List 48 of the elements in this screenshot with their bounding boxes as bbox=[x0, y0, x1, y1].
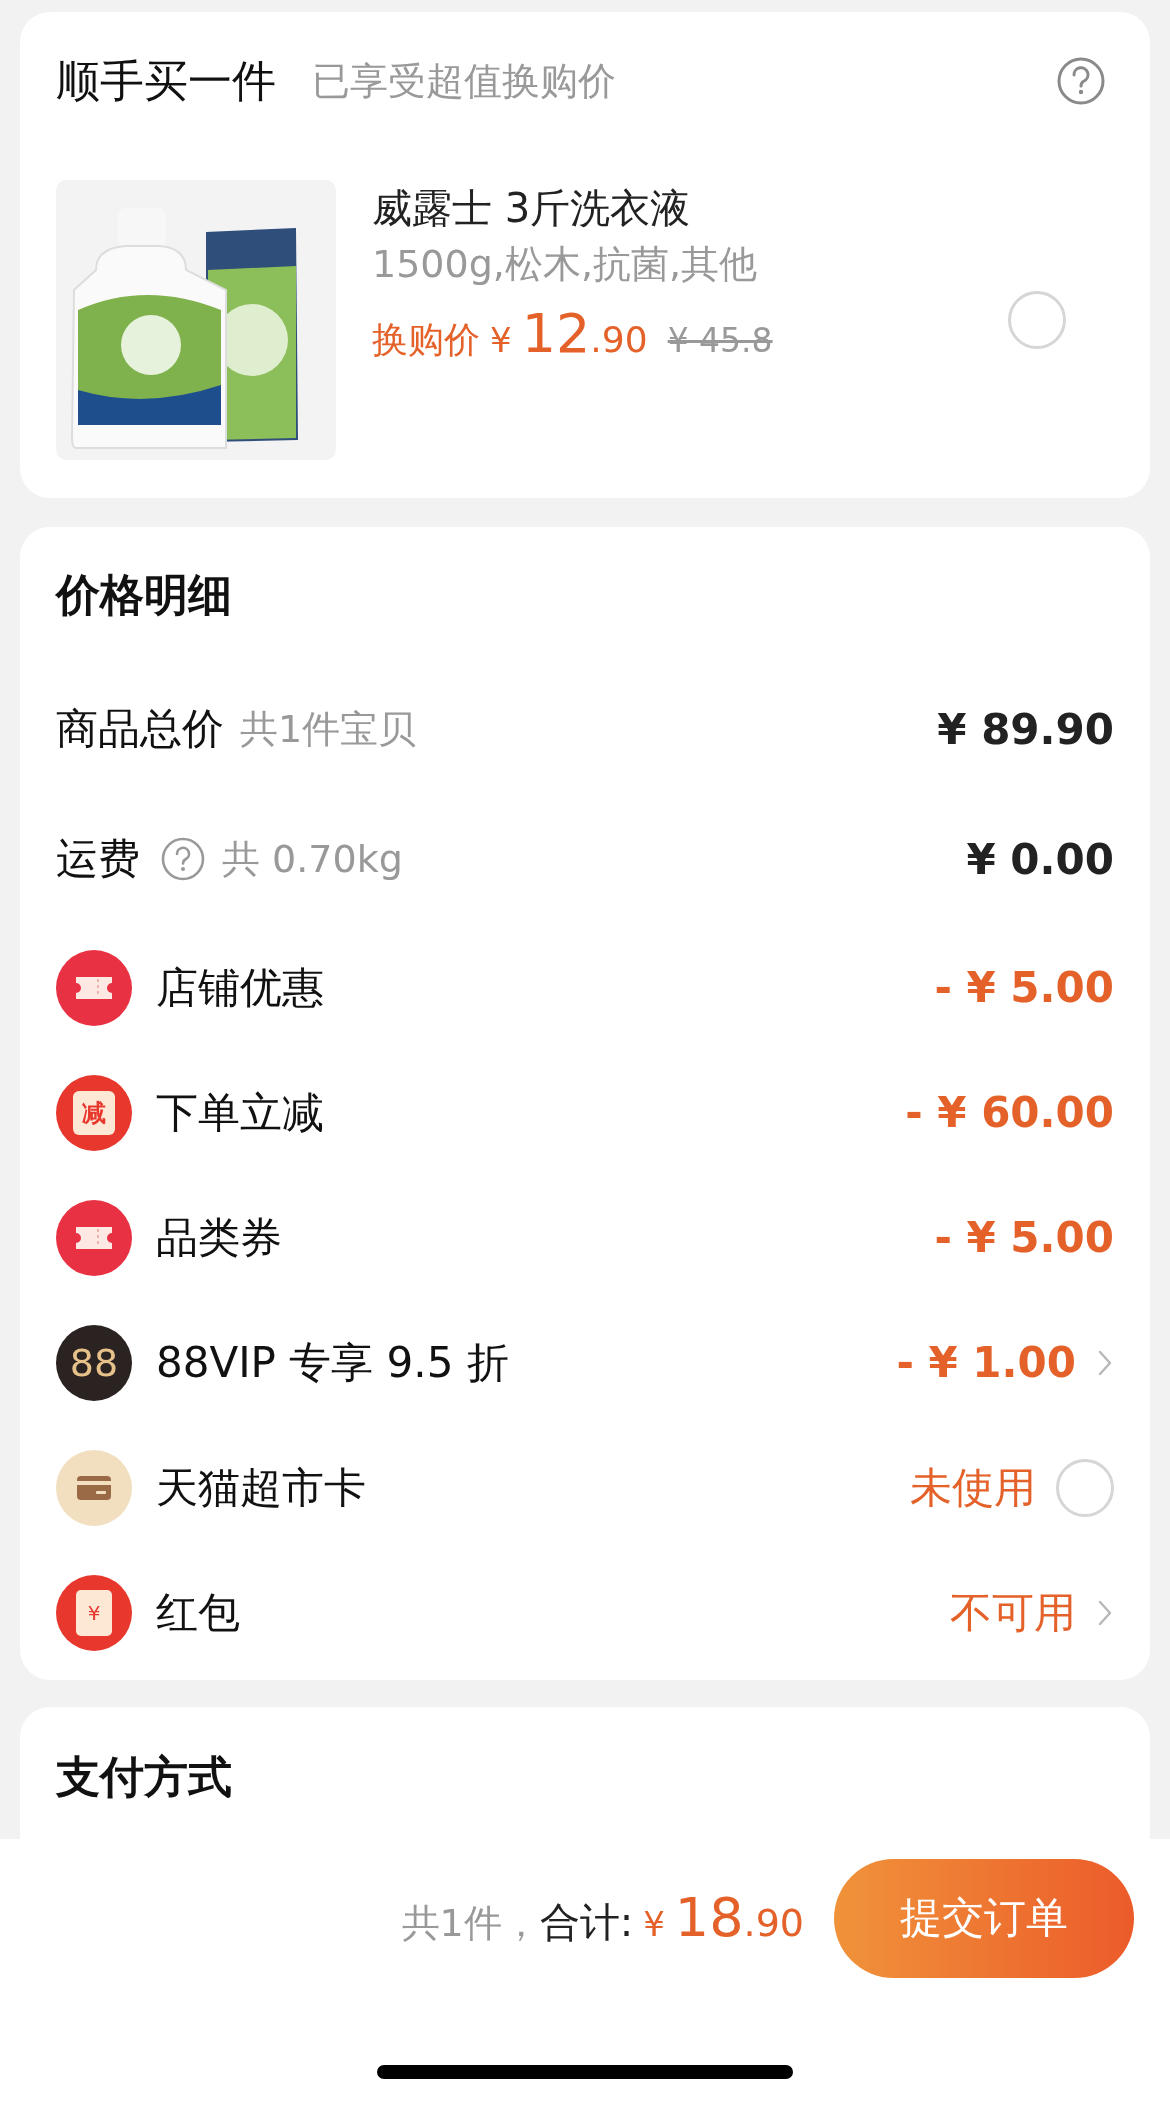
discount-badge-icon: 减 bbox=[56, 1074, 132, 1151]
ticket-icon bbox=[56, 1199, 132, 1276]
price-label: 换购价 bbox=[372, 318, 480, 362]
row-note: 共 0.70kg bbox=[222, 835, 403, 883]
row-label: 品类券 bbox=[156, 1211, 282, 1264]
total-decimal: .90 bbox=[743, 1901, 804, 1945]
chevron-right-icon[interactable] bbox=[1098, 1349, 1112, 1376]
row-value: - ¥ 60.00 bbox=[905, 1088, 1114, 1137]
vip-badge-icon: 88 bbox=[56, 1324, 132, 1401]
home-indicator[interactable] bbox=[377, 2065, 793, 2079]
chevron-right-icon[interactable] bbox=[1098, 1599, 1112, 1626]
row-value: ¥ 0.00 bbox=[966, 834, 1114, 884]
row-value: 未使用 bbox=[910, 1461, 1036, 1514]
row-value: 不可用 bbox=[950, 1586, 1076, 1639]
item-count: 共1件， bbox=[401, 1900, 540, 1947]
section-title: 价格明细 bbox=[56, 568, 233, 622]
help-icon[interactable] bbox=[160, 836, 206, 882]
ticket-icon bbox=[56, 949, 132, 1026]
row-label: 店铺优惠 bbox=[156, 961, 324, 1014]
row-label: 红包 bbox=[156, 1586, 240, 1639]
row-label: 运费 bbox=[56, 833, 140, 885]
row-value: ¥ 89.90 bbox=[937, 704, 1114, 754]
product-spec: 1500g,松木,抗菌,其他 bbox=[372, 241, 759, 288]
currency-symbol: ¥ bbox=[490, 320, 512, 360]
product-name: 威露士 3斤洗衣液 bbox=[372, 184, 692, 233]
section-title: 支付方式 bbox=[56, 1750, 233, 1804]
row-label: 商品总价 bbox=[56, 703, 224, 755]
help-icon[interactable] bbox=[1056, 56, 1106, 106]
original-price: ¥ 45.8 bbox=[667, 321, 773, 360]
currency-symbol: ¥ bbox=[643, 1904, 665, 1944]
row-note: 共1件宝贝 bbox=[240, 705, 417, 753]
total-label: 合计: bbox=[539, 1898, 634, 1947]
total-integer: 18 bbox=[674, 1886, 744, 1949]
row-label: 天猫超市卡 bbox=[156, 1461, 366, 1514]
price-decimal: .90 bbox=[590, 319, 648, 360]
card-icon bbox=[56, 1449, 132, 1526]
radio-button[interactable] bbox=[1008, 291, 1066, 349]
submit-order-button[interactable]: 提交订单 bbox=[834, 1858, 1134, 1978]
radio-button[interactable] bbox=[1056, 1458, 1114, 1517]
row-value: - ¥ 5.00 bbox=[934, 1213, 1114, 1262]
section-title: 顺手买一件 bbox=[56, 53, 276, 108]
row-value: - ¥ 1.00 bbox=[896, 1338, 1076, 1387]
row-label: 下单立减 bbox=[156, 1086, 324, 1139]
row-value: - ¥ 5.00 bbox=[934, 963, 1114, 1012]
envelope-icon: ¥ bbox=[56, 1574, 132, 1651]
price-integer: 12 bbox=[521, 302, 591, 365]
row-label: 88VIP 专享 9.5 折 bbox=[156, 1336, 509, 1389]
subtitle: 已享受超值换购价 bbox=[312, 57, 617, 105]
